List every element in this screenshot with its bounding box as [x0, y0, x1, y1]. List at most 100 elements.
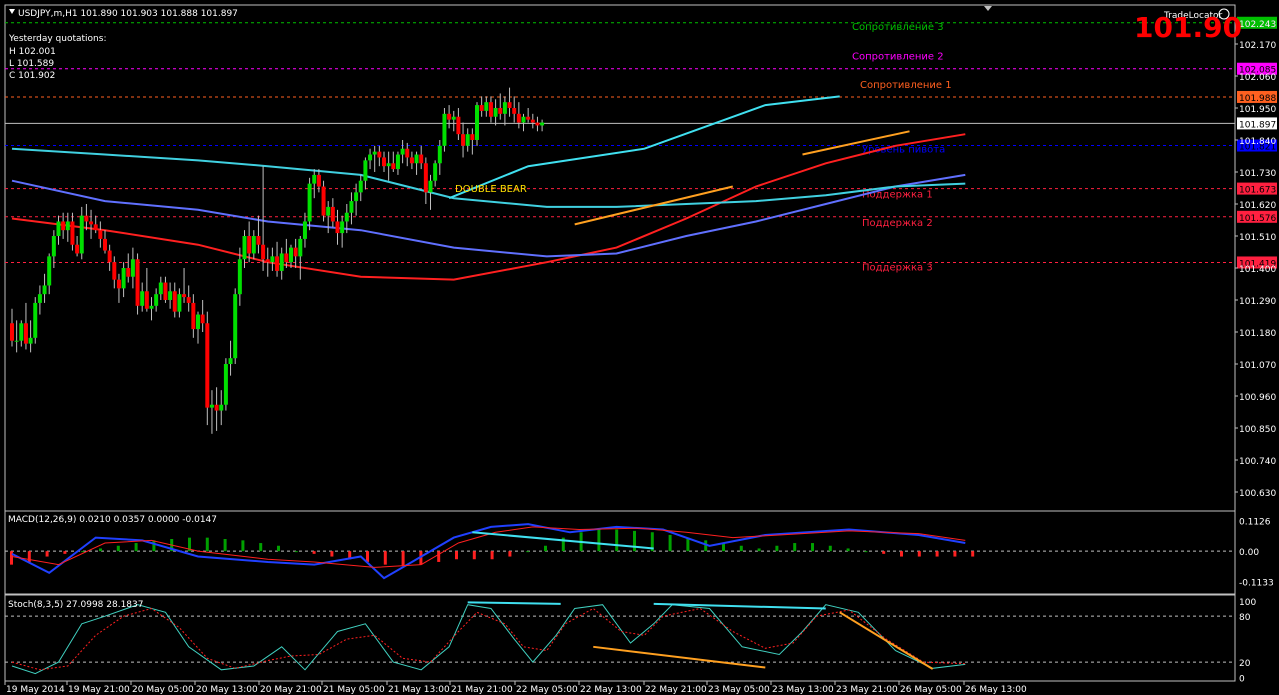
yesterday-quotations-title: Yesterday quotations:	[8, 34, 106, 44]
macd-histogram-bar	[597, 529, 601, 552]
stoch-pane-frame	[4, 594, 1236, 682]
candle-body	[307, 183, 312, 222]
candle-body	[400, 148, 405, 155]
candle-body	[284, 253, 289, 263]
candle-body	[535, 122, 540, 126]
macd-histogram-bar	[223, 539, 227, 552]
candle-body	[493, 108, 498, 117]
macd-histogram-bar	[401, 551, 405, 566]
candle-body	[391, 163, 396, 170]
candle-body	[186, 297, 191, 303]
candle-body	[298, 238, 303, 257]
macd-histogram-bar	[259, 543, 263, 552]
stoch-trendline	[839, 611, 934, 670]
candle-body	[28, 337, 33, 344]
candle-body	[98, 230, 103, 239]
candle-body	[251, 236, 256, 254]
time-axis-label: 23 May 05:00	[708, 685, 770, 695]
candle-body	[205, 323, 210, 408]
time-axis-label: 21 May 05:00	[323, 685, 385, 695]
candle-body	[409, 157, 414, 164]
candle-body	[321, 186, 326, 216]
stoch-signal-line	[11, 607, 966, 671]
candle-body	[423, 163, 428, 193]
candle-body	[382, 157, 386, 167]
macd-histogram-bar	[330, 551, 334, 557]
candle-body	[395, 154, 400, 170]
candle-body	[488, 102, 493, 117]
candle-body	[61, 221, 66, 231]
macd-histogram-bar	[472, 551, 476, 560]
macd-histogram-bar	[757, 548, 761, 552]
candle-body	[433, 163, 438, 181]
moving-average-line	[11, 133, 966, 281]
candle-body	[521, 116, 526, 123]
candle-body	[168, 291, 173, 300]
candle-body	[47, 256, 52, 286]
macd-histogram-bar	[490, 551, 494, 560]
macd-axis-label: 0.00	[1239, 548, 1259, 558]
time-axis-label: 20 May 05:00	[132, 685, 194, 695]
candle-body	[447, 113, 452, 120]
symbol-dropdown-icon[interactable]	[9, 9, 15, 14]
macd-histogram-bar	[508, 551, 512, 557]
macd-histogram-bar	[383, 551, 387, 565]
price-axis-label: 100.630	[1239, 489, 1276, 499]
time-axis-label: 20 May 21:00	[260, 685, 322, 695]
price-axis-label: 100.960	[1239, 393, 1276, 403]
level-name-label: Поддержка 3	[862, 262, 933, 273]
candle-body	[112, 262, 117, 280]
trading-chart[interactable]: 102.243Сопротивление 3102.085Сопротивлен…	[0, 0, 1279, 695]
current-price-label: 101.897	[1239, 120, 1276, 130]
candle-body	[126, 268, 131, 277]
moving-average-line	[11, 147, 966, 208]
candle-body	[340, 221, 345, 234]
candle-body	[172, 291, 177, 312]
time-axis-label: 21 May 21:00	[451, 685, 513, 695]
candle-body	[196, 314, 200, 330]
candle-body	[335, 221, 340, 234]
candle-body	[507, 102, 512, 108]
candle-body	[158, 282, 163, 295]
macd-histogram-bar	[312, 551, 316, 554]
candle-body	[121, 268, 126, 289]
candle-body	[405, 148, 410, 158]
stoch-trendline	[653, 602, 826, 610]
candle-body	[33, 302, 38, 338]
candle-body	[289, 247, 293, 263]
candle-body	[89, 221, 94, 225]
price-axis-label: 101.950	[1239, 105, 1276, 115]
stoch-title: Stoch(8,3,5) 27.0998 28.1837	[8, 600, 143, 610]
candle-body	[386, 163, 391, 167]
candle-body	[149, 305, 154, 309]
candle-body	[242, 236, 247, 260]
candle-body	[19, 323, 24, 341]
candle-body	[14, 340, 19, 342]
chart-shift-marker[interactable]	[984, 6, 992, 11]
macd-histogram-bar	[63, 551, 67, 554]
yesterday-quote: C 101.902	[9, 71, 55, 81]
macd-histogram-bar	[544, 545, 547, 552]
macd-histogram-bar	[793, 543, 797, 552]
macd-histogram-bar	[45, 551, 49, 557]
candle-body	[316, 174, 321, 187]
candle-body	[154, 294, 159, 306]
macd-histogram-bar	[900, 551, 903, 557]
macd-histogram-bar	[81, 551, 85, 553]
candle-body	[363, 160, 368, 181]
candle-body	[465, 134, 470, 146]
candle-body	[177, 294, 182, 312]
candle-body	[103, 238, 107, 251]
candle-body	[530, 119, 535, 123]
candle-body	[265, 259, 270, 263]
level-price-label: 101.673	[1239, 186, 1276, 196]
candle-body	[456, 116, 461, 135]
candle-body	[135, 259, 140, 306]
candle-body	[163, 282, 168, 300]
trendline	[448, 95, 840, 200]
time-axis-label: 21 May 13:00	[388, 685, 450, 695]
price-axis-label: 100.850	[1239, 425, 1276, 435]
macd-axis-label: 0.1126	[1239, 518, 1271, 528]
candle-body	[470, 134, 475, 140]
time-axis-label: 26 May 05:00	[900, 685, 962, 695]
